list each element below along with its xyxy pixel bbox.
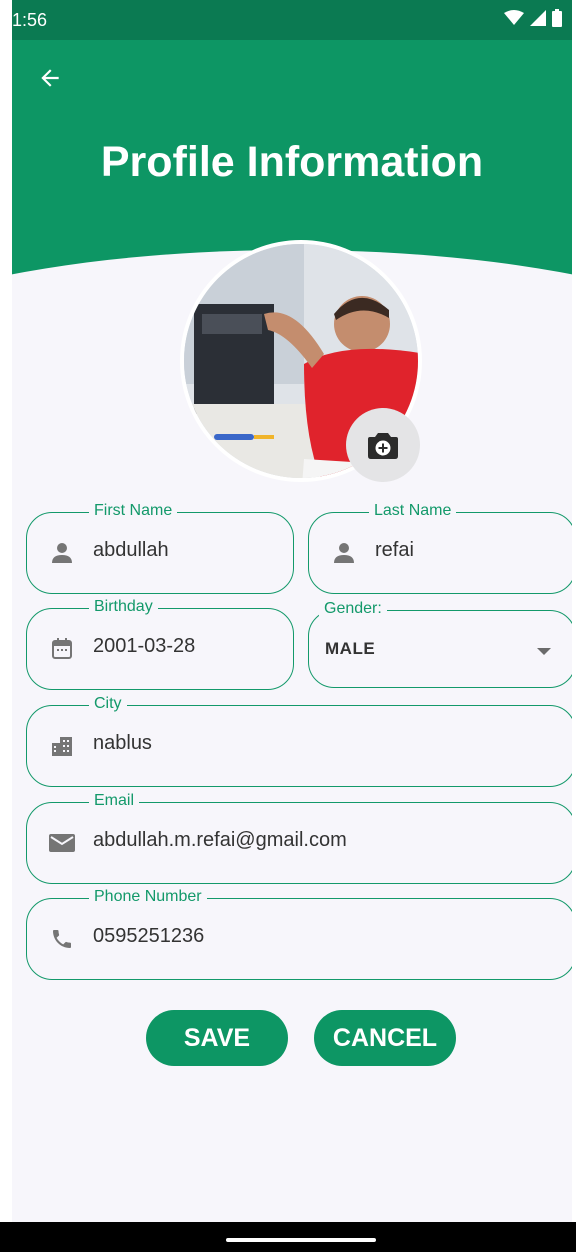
last-name-field[interactable]: Last Name refai [308,501,572,594]
status-bar: 1:56 [12,0,572,40]
wifi-icon [504,10,524,31]
phone-label: Phone Number [89,887,207,907]
city-value: nablus [93,732,152,754]
signal-icon [530,10,546,31]
back-button[interactable] [30,58,70,98]
app-screen: 1:56 Profile Information First Name abdu… [12,0,572,1252]
last-name-value: refai [375,539,414,561]
city-icon [47,731,77,761]
change-photo-button[interactable] [346,408,420,482]
save-button[interactable]: SAVE [146,1010,288,1066]
person-icon [329,538,359,568]
navigation-bar [0,1222,576,1252]
arrow-left-icon [41,69,59,87]
dropdown-arrow-icon[interactable] [537,648,551,655]
first-name-label: First Name [89,501,178,521]
phone-value: 0595251236 [93,925,205,947]
birthday-label: Birthday [89,597,158,617]
gender-dropdown[interactable]: Gender: MALE [308,599,572,688]
phone-icon [47,924,77,954]
page-title: Profile Information [100,138,484,186]
email-field[interactable]: Email abdullah.m.refai@gmail.com [26,791,572,884]
camera-add-icon [368,433,398,459]
first-name-value: abdullah [93,539,169,561]
status-time: 1:56 [12,10,48,30]
email-value: abdullah.m.refai@gmail.com [93,829,347,851]
status-icons [504,9,562,32]
person-icon [47,538,77,568]
city-label: City [89,694,127,714]
battery-icon [552,9,562,32]
birthday-value: 2001-03-28 [93,635,196,657]
home-gesture-handle[interactable] [226,1238,376,1242]
gender-label: Gender: [319,599,387,619]
cancel-button[interactable]: CANCEL [314,1010,456,1066]
calendar-icon [47,634,77,664]
mail-icon [47,828,77,858]
gender-value: MALE [325,639,376,658]
email-label: Email [89,791,140,811]
birthday-field[interactable]: Birthday 2001-03-28 [26,597,294,690]
first-name-field[interactable]: First Name abdullah [26,501,294,594]
city-field[interactable]: City nablus [26,694,572,787]
last-name-label: Last Name [369,501,457,521]
phone-field[interactable]: Phone Number 0595251236 [26,887,572,980]
